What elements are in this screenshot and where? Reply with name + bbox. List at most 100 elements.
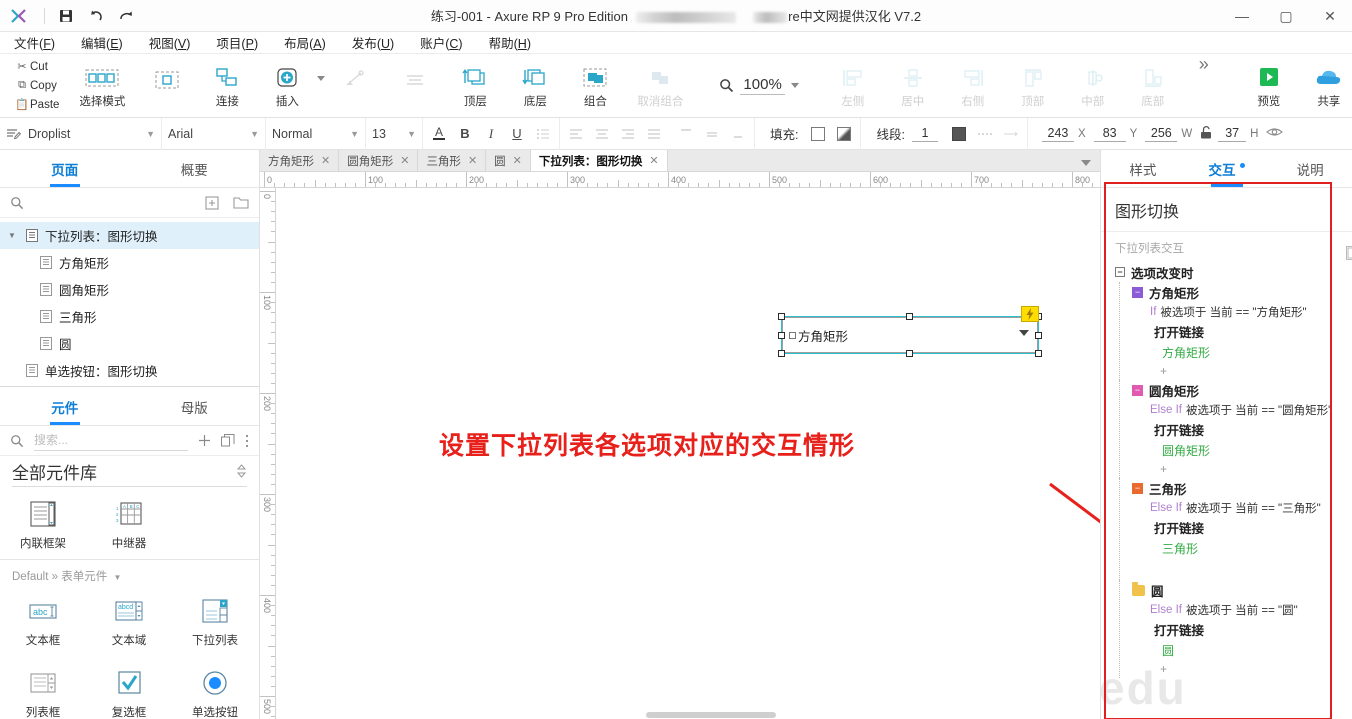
add-page-icon[interactable] — [205, 196, 219, 210]
scrollbar-thumb[interactable] — [646, 712, 776, 718]
horizontal-ruler[interactable]: 0100200300400500600700800 — [260, 172, 1100, 188]
tab-style[interactable]: 样式 — [1101, 150, 1185, 187]
underline-icon[interactable]: U — [504, 118, 530, 150]
event-row-option-changed[interactable]: − 选项改变时 — [1115, 262, 1352, 282]
canvas-tab-round-rect[interactable]: 圆角矩形 ✕ — [339, 150, 418, 171]
menu-file[interactable]: 文件(F) — [14, 33, 55, 52]
menu-edit[interactable]: 编辑(E) — [81, 33, 123, 52]
page-node-square-rect[interactable]: 方角矩形 — [0, 249, 259, 276]
distribute-button[interactable] — [385, 54, 445, 117]
y-input[interactable]: 83 — [1094, 126, 1126, 142]
chevron-down-icon[interactable] — [1080, 156, 1092, 170]
align-left-icon[interactable] — [563, 118, 589, 150]
fill-none-swatch[interactable] — [805, 118, 831, 150]
sort-updown-icon[interactable] — [236, 464, 247, 478]
chevron-down-icon[interactable]: ▼ — [8, 231, 22, 240]
case-action[interactable]: 打开链接 — [1132, 419, 1352, 440]
menu-account[interactable]: 账户(C) — [420, 33, 462, 52]
widget-listbox[interactable]: 列表框 — [0, 662, 86, 719]
widget-textfield[interactable]: abc 文本框 — [0, 590, 86, 648]
bring-to-front-button[interactable]: 顶层 — [445, 54, 505, 117]
library-header[interactable]: 全部元件库 — [0, 456, 259, 486]
case-target[interactable]: 三角形 — [1132, 538, 1352, 558]
tab-notes[interactable]: 说明 — [1268, 150, 1352, 187]
line-width-input[interactable]: 1 — [912, 126, 938, 142]
toolbar-overflow-button[interactable]: » — [1183, 54, 1225, 117]
plus-icon[interactable] — [198, 434, 211, 447]
widget-droplist[interactable]: 下拉列表 — [172, 590, 258, 648]
widget-checkbox[interactable]: 复选框 — [86, 662, 172, 719]
align-right-icon[interactable] — [615, 118, 641, 150]
case-action[interactable]: 打开链接 — [1132, 517, 1352, 538]
cut-button[interactable]: ✂ Cut — [14, 57, 59, 76]
align-middle-button[interactable]: 中部 — [1063, 54, 1123, 117]
case-collapse-icon[interactable]: − — [1132, 385, 1143, 396]
search-icon[interactable] — [10, 196, 24, 210]
canvas-tab-square-rect[interactable]: 方角矩形 ✕ — [260, 150, 339, 171]
valign-bottom-icon[interactable] — [725, 118, 751, 150]
widget-textarea[interactable]: abcd 文本域 — [86, 590, 172, 648]
tab-interactions[interactable]: 交互 — [1185, 150, 1269, 187]
valign-middle-icon[interactable] — [699, 118, 725, 150]
select-mode-button[interactable]: 选择模式 — [67, 54, 137, 117]
save-icon[interactable] — [51, 3, 81, 29]
arrow-style-icon[interactable] — [998, 118, 1024, 150]
add-action-button[interactable]: + — [1132, 362, 1352, 380]
resize-handle-n[interactable] — [906, 313, 913, 320]
page-node-radio-switch[interactable]: 单选按钮：图形切换 — [0, 357, 259, 384]
resize-handle-nw[interactable] — [778, 313, 785, 320]
copy-button[interactable]: ⧉ Copy — [14, 76, 59, 95]
canvas-tab-droplist-switch[interactable]: 下拉列表：图形切换 ✕ — [531, 150, 668, 171]
case-action[interactable]: 打开链接 — [1132, 321, 1352, 342]
share-button[interactable]: 共享 — [1299, 54, 1352, 117]
zoom-control[interactable]: 100% — [695, 54, 822, 117]
page-node-droplist-switch[interactable]: ▼ 下拉列表：图形切换 — [0, 222, 259, 249]
menu-view[interactable]: 视图(V) — [149, 33, 191, 52]
group-button[interactable]: 组合 — [565, 54, 625, 117]
resize-handle-e[interactable] — [1035, 332, 1042, 339]
droplist-field[interactable]: 方角矩形 — [782, 317, 1038, 353]
insert-dropdown-arrow[interactable] — [317, 54, 325, 117]
add-action-button[interactable]: + — [1132, 660, 1352, 678]
ungroup-button[interactable]: 取消组合 — [625, 54, 695, 117]
case-header[interactable]: − 方角矩形 — [1132, 282, 1352, 302]
align-top-button[interactable]: 顶部 — [1003, 54, 1063, 117]
page-node-triangle[interactable]: 三角形 — [0, 303, 259, 330]
rotate-button[interactable] — [325, 54, 385, 117]
duplicate-icon[interactable] — [221, 434, 235, 447]
design-canvas[interactable]: 方角矩形 设置下拉列表各选项对应的交互情形 — [276, 188, 1100, 719]
tab-outline[interactable]: 概要 — [130, 150, 260, 187]
width-input[interactable]: 256 — [1145, 126, 1177, 142]
case-header[interactable]: 圆 — [1132, 580, 1352, 600]
widget-name-field[interactable]: 图形切换 — [1101, 188, 1352, 232]
tab-pages[interactable]: 页面 — [0, 150, 130, 187]
close-icon[interactable]: ✕ — [321, 154, 330, 167]
case-target[interactable]: 圆 — [1132, 640, 1352, 660]
menu-publish[interactable]: 发布(U) — [352, 33, 394, 52]
canvas-tab-circle[interactable]: 圆 ✕ — [486, 150, 531, 171]
select-contained-button[interactable] — [137, 54, 197, 117]
resize-handle-w[interactable] — [778, 332, 785, 339]
widget-radiobutton[interactable]: 单选按钮 — [172, 662, 258, 719]
widget-repeater[interactable]: A B C 1 2 3 中继器 — [86, 493, 172, 551]
more-options-icon[interactable] — [245, 434, 249, 448]
fill-gradient-swatch[interactable] — [831, 118, 857, 150]
add-action-button[interactable]: + — [1132, 460, 1352, 478]
height-input[interactable]: 37 — [1218, 126, 1246, 142]
close-icon[interactable]: ✕ — [400, 154, 409, 167]
menu-layout[interactable]: 布局(A) — [284, 33, 326, 52]
bullet-list-icon[interactable] — [530, 118, 556, 150]
canvas-tab-triangle[interactable]: 三角形 ✕ — [418, 150, 486, 171]
align-justify-icon[interactable] — [641, 118, 667, 150]
case-target[interactable]: 方角矩形 — [1132, 342, 1352, 362]
minimize-button[interactable]: — — [1220, 0, 1264, 32]
canvas-horizontal-scrollbar[interactable] — [276, 710, 1100, 719]
case-collapse-icon[interactable]: − — [1132, 287, 1143, 298]
page-node-circle[interactable]: 圆 — [0, 330, 259, 357]
line-style-icon[interactable] — [972, 118, 998, 150]
font-color-icon[interactable]: A — [426, 118, 452, 150]
widget-type-select[interactable]: Droplist ▼ — [0, 118, 162, 150]
resize-handle-sw[interactable] — [778, 350, 785, 357]
lightning-bolt-icon[interactable] — [1021, 306, 1039, 322]
maximize-button[interactable]: ▢ — [1264, 0, 1308, 32]
